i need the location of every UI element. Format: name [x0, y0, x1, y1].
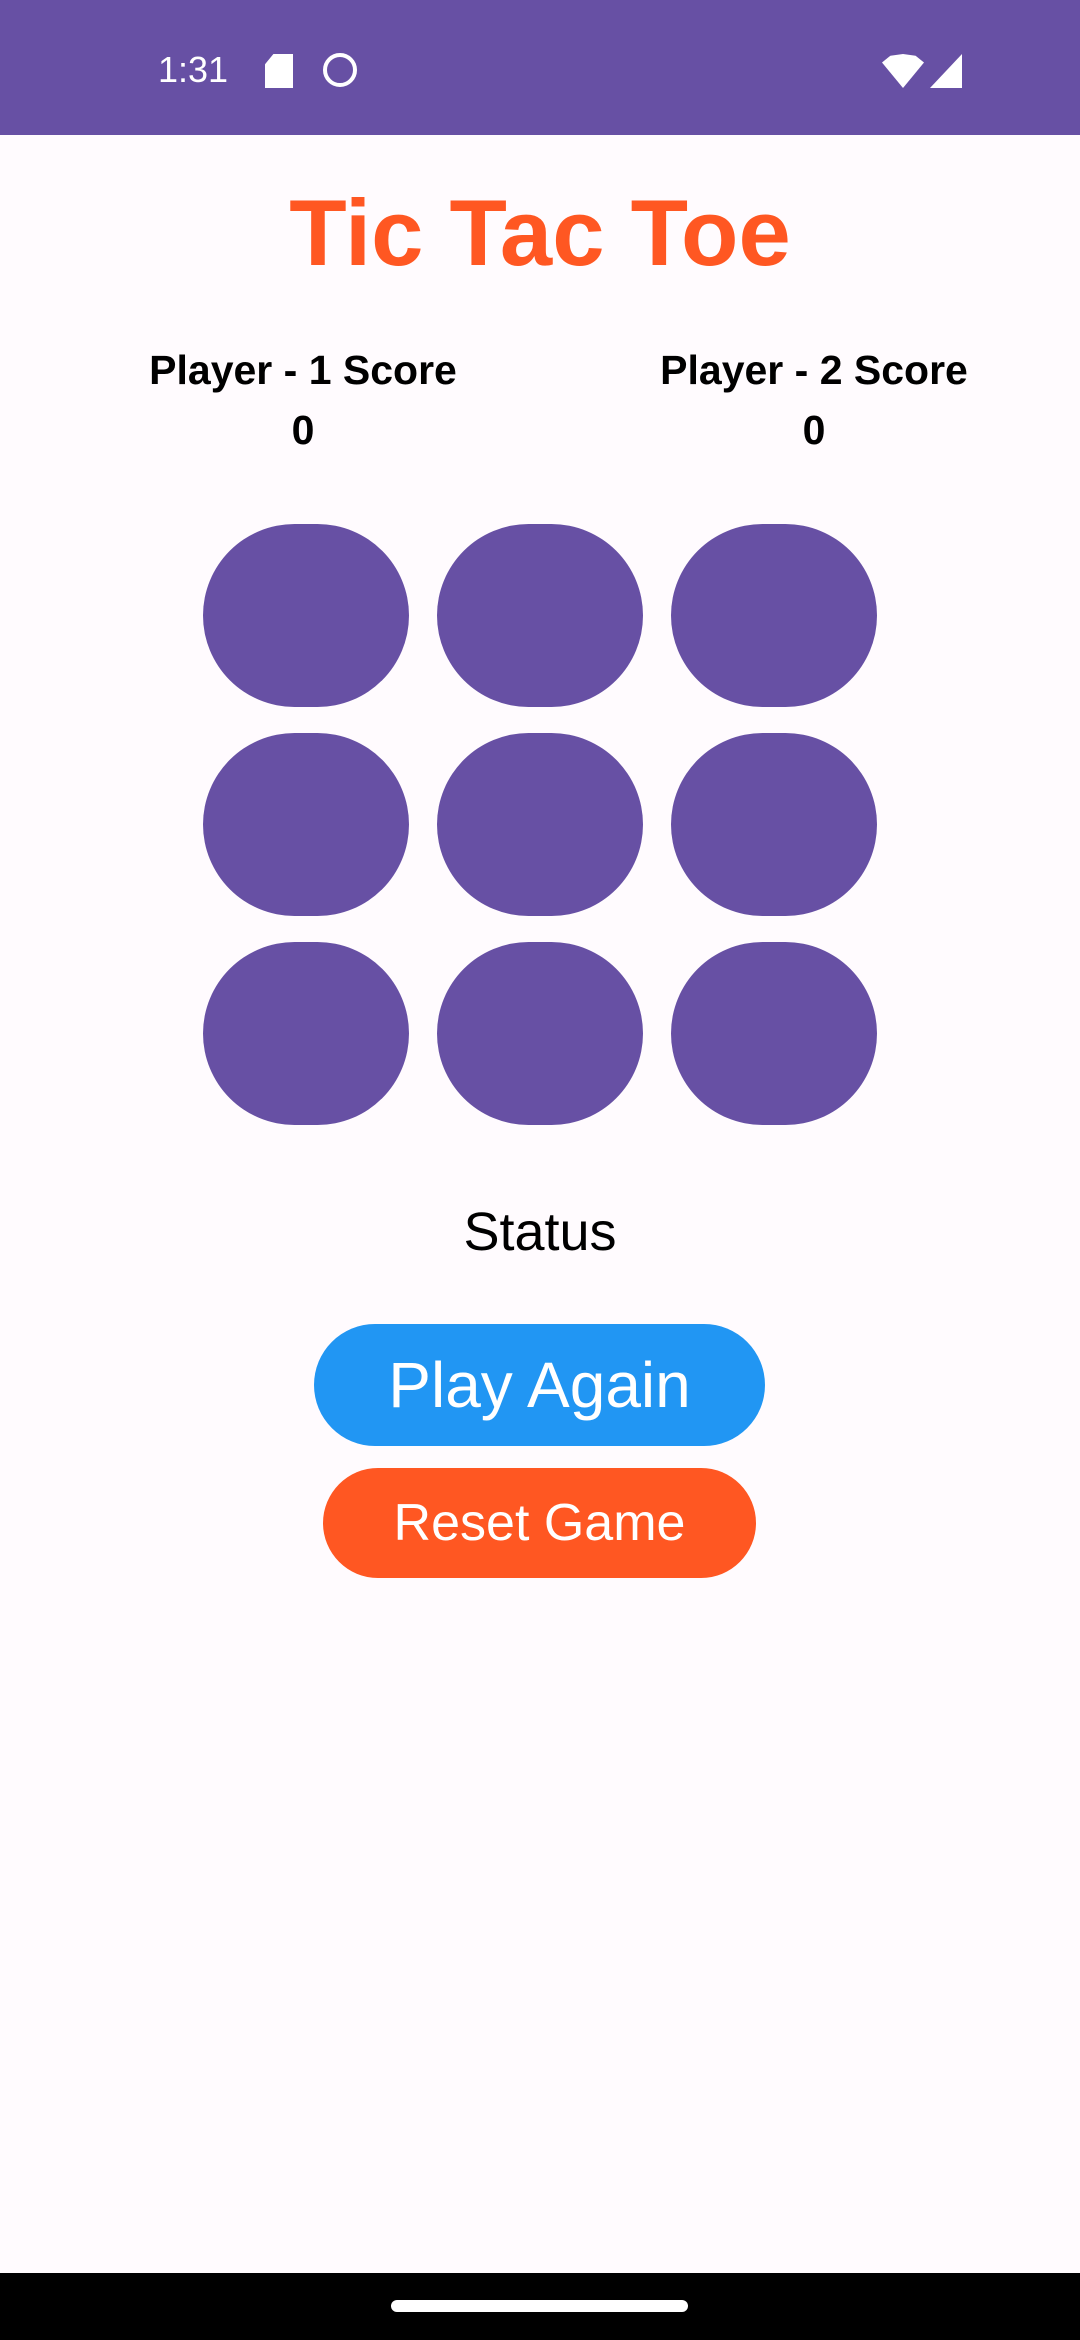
board-cell-7[interactable] [203, 942, 409, 1125]
player2-score-label: Player - 2 Score [660, 347, 968, 393]
wifi-icon [882, 54, 924, 88]
board-cell-9[interactable] [671, 942, 877, 1125]
board-cell-5[interactable] [437, 733, 643, 916]
home-gesture-handle[interactable] [391, 2300, 688, 2312]
game-board [203, 524, 877, 1125]
sd-card-icon [265, 54, 293, 88]
signal-icon [930, 54, 962, 88]
notification-cat-icon [323, 53, 357, 87]
game-status-text: Status [463, 1202, 617, 1262]
status-time: 1:31 [158, 49, 229, 90]
play-again-button[interactable]: Play Again [314, 1324, 765, 1446]
player2-score-value: 0 [802, 407, 826, 453]
board-cell-6[interactable] [671, 733, 877, 916]
board-cell-2[interactable] [437, 524, 643, 707]
board-cell-8[interactable] [437, 942, 643, 1125]
board-cell-1[interactable] [203, 524, 409, 707]
board-cell-4[interactable] [203, 733, 409, 916]
app-title: Tic Tac Toe [289, 180, 791, 285]
player1-score-label: Player - 1 Score [149, 347, 457, 393]
board-cell-3[interactable] [671, 524, 877, 707]
status-bar: 1:31 [0, 0, 1080, 135]
reset-game-button[interactable]: Reset Game [323, 1468, 756, 1578]
player1-score-value: 0 [291, 407, 315, 453]
